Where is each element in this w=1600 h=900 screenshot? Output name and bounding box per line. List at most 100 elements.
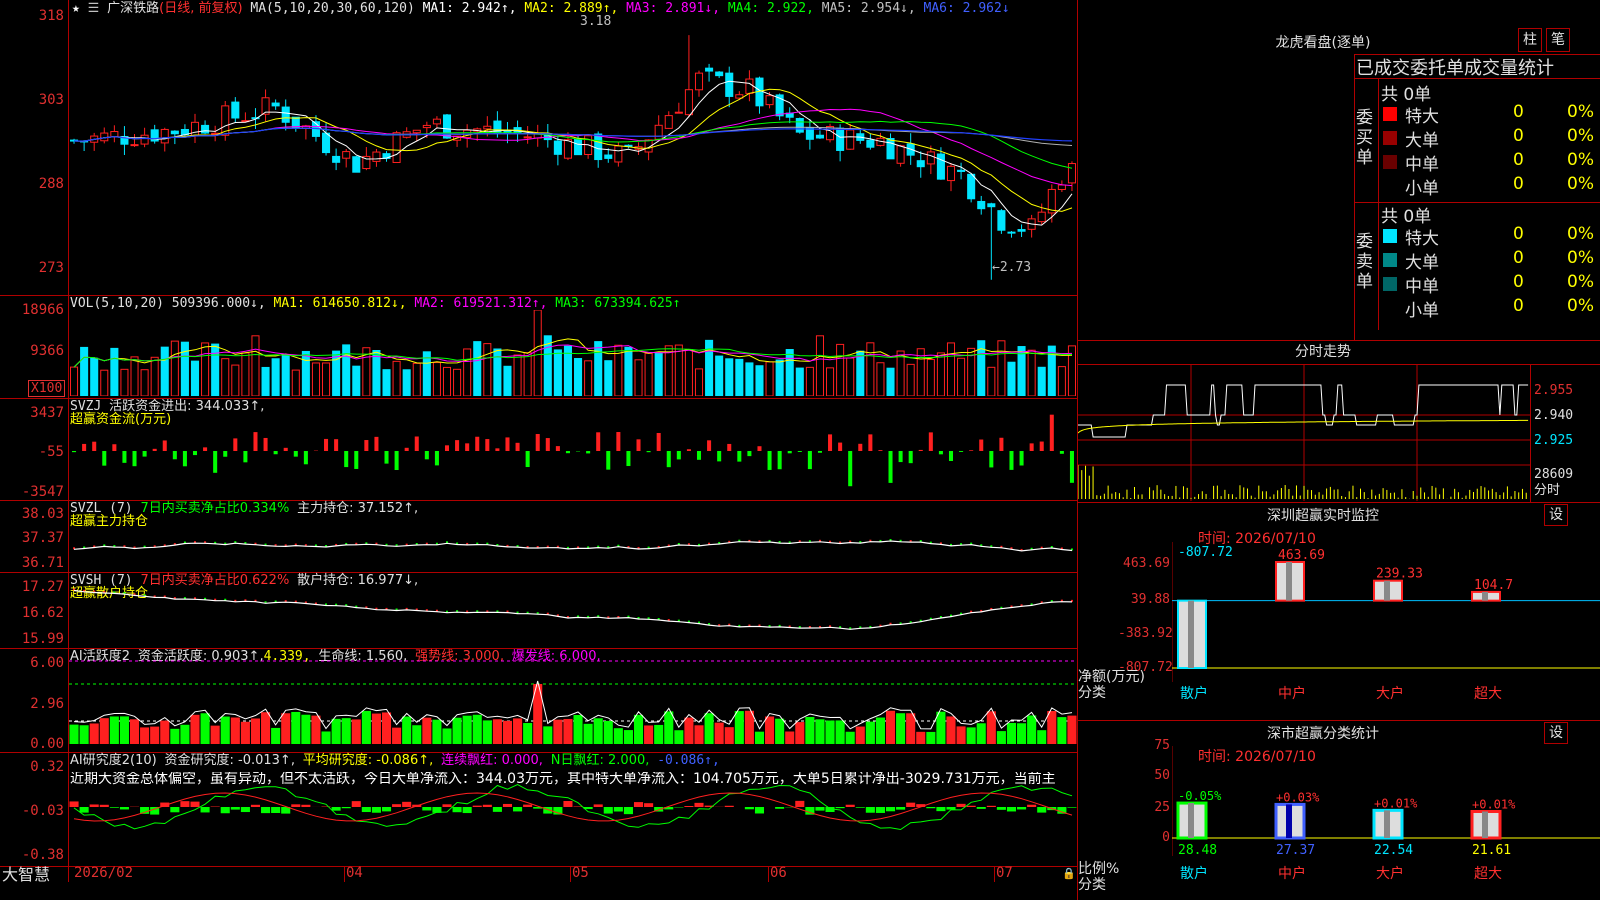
- fund-flow-bar: [354, 451, 359, 469]
- candle-body: [190, 121, 200, 137]
- ma6-value: MA6: 2.962↓: [923, 1, 1010, 16]
- candle-body: [1037, 211, 1046, 223]
- activity-bar: [291, 711, 301, 744]
- activity-bar: [412, 725, 422, 744]
- research-bar: [351, 801, 361, 807]
- volume-bar: [1027, 349, 1036, 396]
- fund-flow-bar: [82, 443, 87, 451]
- category-label: 超大: [1474, 686, 1502, 702]
- retail-holding-chart[interactable]: [69, 573, 1077, 647]
- fund-flow-bar: [1059, 451, 1064, 454]
- volume-bar: [896, 350, 905, 396]
- lock-icon[interactable]: 🔒: [1062, 867, 1076, 880]
- intraday-chart[interactable]: [1078, 365, 1530, 501]
- brand-logo: 大智慧: [2, 865, 51, 884]
- order-color-swatch: [1383, 277, 1397, 291]
- volume-bar: [180, 341, 189, 396]
- research-bar: [986, 805, 996, 807]
- activity-bar: [583, 723, 593, 744]
- fund-flow-bar: [162, 440, 167, 451]
- volume-bar: [80, 346, 89, 396]
- volume-bar: [715, 355, 724, 396]
- fund-flow-bar: [727, 443, 732, 451]
- ratio-bar-chart[interactable]: -0.05% 28.48 散户 +0.03% 27.37 中户 +0.01% 22.54 大户 +…: [1172, 746, 1600, 900]
- chart-area[interactable]: ★ ☰ 广深铁路(日线, 前复权) MA(5,10,20,30,60,120) …: [0, 0, 1078, 900]
- menu-icon[interactable]: ☰: [88, 1, 100, 16]
- candlestick-chart[interactable]: [69, 16, 1077, 294]
- intraday-panel[interactable]: 分时走势 2.955 2.940 2.925 28609 分时: [1078, 340, 1600, 502]
- research-bar: [482, 804, 492, 807]
- net-amount-bar-chart[interactable]: -807.72 散户 463.69 中户 239.33 大户 104.7 超大: [1172, 542, 1600, 720]
- change-label: +0.01%: [1374, 796, 1418, 810]
- activity-bar: [301, 714, 311, 744]
- star-icon[interactable]: ★: [72, 1, 80, 16]
- activity-bar: [230, 717, 240, 744]
- activity-bar: [684, 717, 694, 744]
- volume-bar: [241, 352, 250, 396]
- research-chart[interactable]: [69, 753, 1077, 865]
- research-bar: [79, 807, 89, 813]
- ma4-value: MA4: 2.922,: [727, 1, 814, 16]
- fund-flow-bar: [233, 438, 238, 451]
- candle-body: [1067, 163, 1076, 184]
- bar-highlight: [1188, 803, 1194, 838]
- main-holding-chart[interactable]: [69, 501, 1077, 571]
- order-row: 特大 0 0%: [1381, 102, 1600, 127]
- research-bar: [976, 807, 986, 809]
- category-label: 大户: [1376, 865, 1404, 882]
- y-tick: -383.92: [1118, 626, 1173, 641]
- category-label: 超大: [1474, 866, 1502, 882]
- activity-bar: [815, 719, 825, 744]
- candle-body: [604, 154, 613, 159]
- research-bar: [603, 807, 613, 814]
- fund-flow-bar: [696, 451, 702, 460]
- volume-bar: [624, 346, 633, 396]
- order-percent: 0%: [1567, 272, 1594, 292]
- y-tick: 303: [38, 92, 64, 108]
- volume-bar: [503, 365, 512, 396]
- volume-bar: [271, 358, 280, 396]
- x-tick-mark: [768, 866, 769, 882]
- x-tick: 07: [996, 865, 1013, 881]
- order-type: 中单: [1405, 155, 1439, 175]
- y-tick: 50: [1154, 768, 1170, 783]
- y-tick: 3437: [30, 405, 64, 421]
- research-bar: [926, 807, 936, 809]
- fund-flow-bar: [344, 451, 349, 468]
- research-bar: [865, 807, 875, 813]
- fund-flow-chart[interactable]: [69, 399, 1077, 499]
- bar-mode-button[interactable]: 柱: [1518, 28, 1542, 52]
- y-tick: 38.03: [21, 506, 64, 522]
- volume-bar: [997, 340, 1006, 396]
- volume-bar: [755, 365, 764, 396]
- activity-bar: [109, 716, 119, 744]
- order-percent: 0%: [1567, 174, 1594, 194]
- vol-ma3: MA3: 673394.625↑: [555, 296, 681, 311]
- tick-mode-button[interactable]: 笔: [1546, 28, 1570, 52]
- fund-flow-bar: [1049, 414, 1054, 451]
- y-tick: -0.03: [21, 803, 64, 819]
- stats-settings-button[interactable]: 设: [1544, 722, 1568, 744]
- y-tick: 39.88: [1130, 592, 1170, 607]
- category-label: 散户: [1180, 865, 1208, 882]
- activity-bar: [976, 723, 986, 744]
- volume-bar: [110, 347, 119, 396]
- bar-value-label: 27.37: [1276, 843, 1315, 858]
- monitor-settings-button[interactable]: 设: [1544, 504, 1568, 526]
- research-bar: [613, 807, 623, 812]
- y-tick: 37.37: [21, 530, 64, 546]
- volume-chart[interactable]: [69, 310, 1077, 396]
- volume-bar: [140, 369, 149, 396]
- activity-bar: [422, 717, 432, 744]
- research-bar: [885, 807, 896, 812]
- research-bar: [200, 807, 210, 813]
- research-bar: [946, 807, 956, 810]
- research-bar: [170, 807, 180, 813]
- activity-bar: [381, 712, 392, 744]
- activity-bar: [492, 719, 502, 744]
- fund-flow-bar: [999, 437, 1004, 451]
- activity-chart[interactable]: [69, 649, 1077, 751]
- fund-flow-bar: [555, 446, 560, 451]
- activity-bar: [261, 712, 271, 744]
- activity-bar: [765, 716, 775, 744]
